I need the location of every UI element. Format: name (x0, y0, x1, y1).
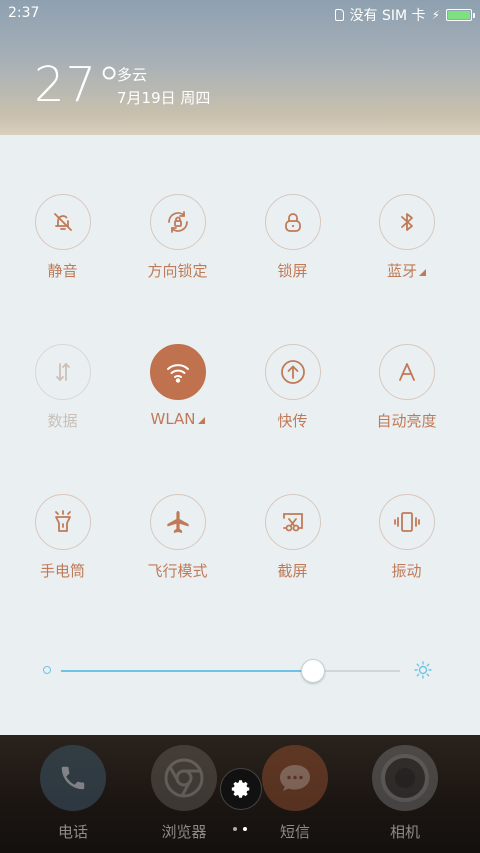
status-bar: 2:37 没有 SIM 卡 ⚡ (0, 0, 480, 28)
toggle-label: 截屏 (277, 562, 308, 580)
gear-icon (231, 780, 250, 798)
home-dock: 电话 浏览器 短信 相机 (0, 735, 480, 853)
toggle-vibrate-button[interactable] (378, 494, 435, 550)
toggle-quick-transfer[interactable]: 快传 (235, 344, 350, 431)
vibrate-icon (393, 512, 420, 532)
toggle-label: 快传 (277, 412, 308, 430)
toggle-label: 锁屏 (277, 262, 308, 280)
phone-icon (40, 745, 106, 811)
dock-app-label: 浏览器 (161, 823, 207, 841)
mobile-data-icon (55, 362, 70, 382)
brightness-fill (61, 670, 312, 672)
toggle-vibrate[interactable]: 振动 (349, 494, 464, 581)
toggle-rotation-lock[interactable]: 方向锁定 (120, 194, 235, 281)
toggle-silent-button[interactable] (34, 194, 91, 250)
toggle-silent[interactable]: 静音 (5, 194, 120, 281)
toggle-label: 手电筒 (39, 562, 85, 580)
toggle-label: 自动亮度 (376, 412, 437, 430)
sim-card-icon (334, 9, 344, 21)
airplane-icon (166, 511, 189, 533)
toggle-quick-transfer-button[interactable] (264, 344, 321, 400)
browser-icon (151, 745, 217, 811)
toggle-auto-brightness-button[interactable] (378, 344, 435, 400)
toggle-label: 静音 (47, 262, 78, 280)
flashlight-icon (54, 510, 71, 532)
toggle-label: 飞行模式 (147, 562, 208, 580)
toggle-mobile-data-button[interactable] (34, 344, 91, 400)
dock-app-label: 相机 (389, 823, 420, 841)
dock-app-label: 短信 (279, 823, 310, 841)
page-indicator (233, 827, 247, 831)
message-icon (262, 745, 328, 811)
toggle-label: WLAN (120, 410, 235, 428)
more-options-icon (197, 417, 205, 424)
toggle-airplane-mode-button[interactable] (149, 494, 206, 550)
toggle-label: 方向锁定 (147, 262, 208, 280)
brightness-min-icon (43, 666, 51, 674)
screenshot-icon (282, 513, 303, 532)
toggle-label: 数据 (47, 412, 78, 430)
charging-icon: ⚡ (431, 8, 440, 22)
toggle-mobile-data[interactable]: 数据 (5, 344, 120, 431)
toggle-bluetooth[interactable]: 蓝牙 (349, 194, 464, 281)
dock-app-label: 电话 (57, 823, 88, 841)
page-dot-active (243, 827, 247, 831)
toggle-lock-screen[interactable]: 锁屏 (235, 194, 350, 281)
bluetooth-icon (400, 213, 413, 231)
toggle-wlan-button[interactable] (149, 344, 206, 400)
wifi-icon (166, 364, 189, 383)
toggle-auto-brightness[interactable]: 自动亮度 (349, 344, 464, 431)
dock-app-phone[interactable]: 电话 (33, 745, 113, 842)
toggle-label: 振动 (391, 562, 422, 580)
toggle-flashlight[interactable]: 手电筒 (5, 494, 120, 581)
battery-icon (446, 9, 475, 21)
date: 7月19日 周四 (117, 89, 211, 107)
weather-condition: 多云 (117, 66, 148, 84)
dock-app-messages[interactable]: 短信 (255, 745, 335, 842)
toggle-flashlight-button[interactable] (34, 494, 91, 550)
dock-app-browser[interactable]: 浏览器 (144, 745, 224, 842)
temperature: 27° (34, 57, 123, 113)
more-options-icon (419, 269, 426, 276)
toggle-airplane-mode[interactable]: 飞行模式 (120, 494, 235, 581)
auto-brightness-icon (398, 363, 415, 381)
toggle-bluetooth-button[interactable] (378, 194, 435, 250)
dock-app-camera[interactable]: 相机 (365, 745, 445, 842)
brightness-thumb[interactable] (300, 659, 325, 683)
lock-icon (284, 213, 301, 232)
toggle-lock-screen-button[interactable] (264, 194, 321, 250)
toggle-screenshot[interactable]: 截屏 (235, 494, 350, 581)
sim-status-text: 没有 SIM 卡 (349, 8, 426, 24)
toggle-screenshot-button[interactable] (264, 494, 321, 550)
bell-off-icon (53, 213, 72, 231)
quick-transfer-icon (280, 360, 305, 384)
toggle-label: 蓝牙 (349, 260, 464, 281)
status-time: 2:37 (8, 5, 40, 21)
rotation-lock-icon (167, 211, 188, 233)
brightness-max-icon (414, 661, 432, 683)
brightness-slider[interactable] (40, 655, 440, 685)
camera-icon (372, 745, 438, 811)
toggle-rotation-lock-button[interactable] (149, 194, 206, 250)
toggle-wlan[interactable]: WLAN (120, 344, 235, 428)
page-dot (233, 827, 237, 831)
status-right: 没有 SIM 卡 ⚡ (334, 5, 475, 25)
